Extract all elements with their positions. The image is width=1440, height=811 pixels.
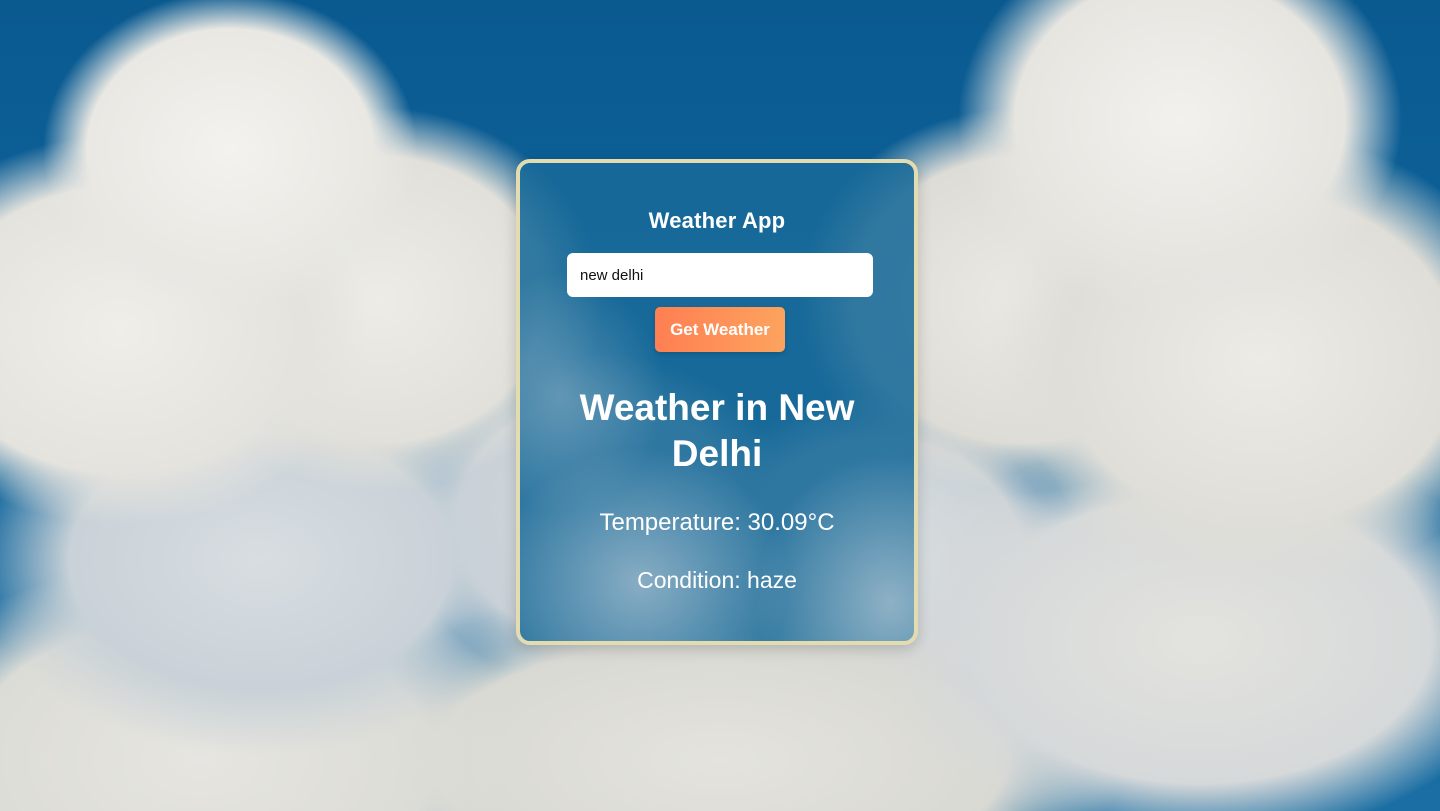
weather-card: Weather App Get Weather Weather in New D… bbox=[516, 159, 918, 645]
city-search-input[interactable] bbox=[567, 253, 873, 297]
temperature-text: Temperature: 30.09°C bbox=[599, 509, 835, 536]
weather-result-heading: Weather in New Delhi bbox=[579, 387, 855, 474]
condition-text: Condition: haze bbox=[637, 567, 797, 593]
get-weather-button[interactable]: Get Weather bbox=[655, 307, 785, 352]
app-title: Weather App bbox=[648, 208, 786, 233]
